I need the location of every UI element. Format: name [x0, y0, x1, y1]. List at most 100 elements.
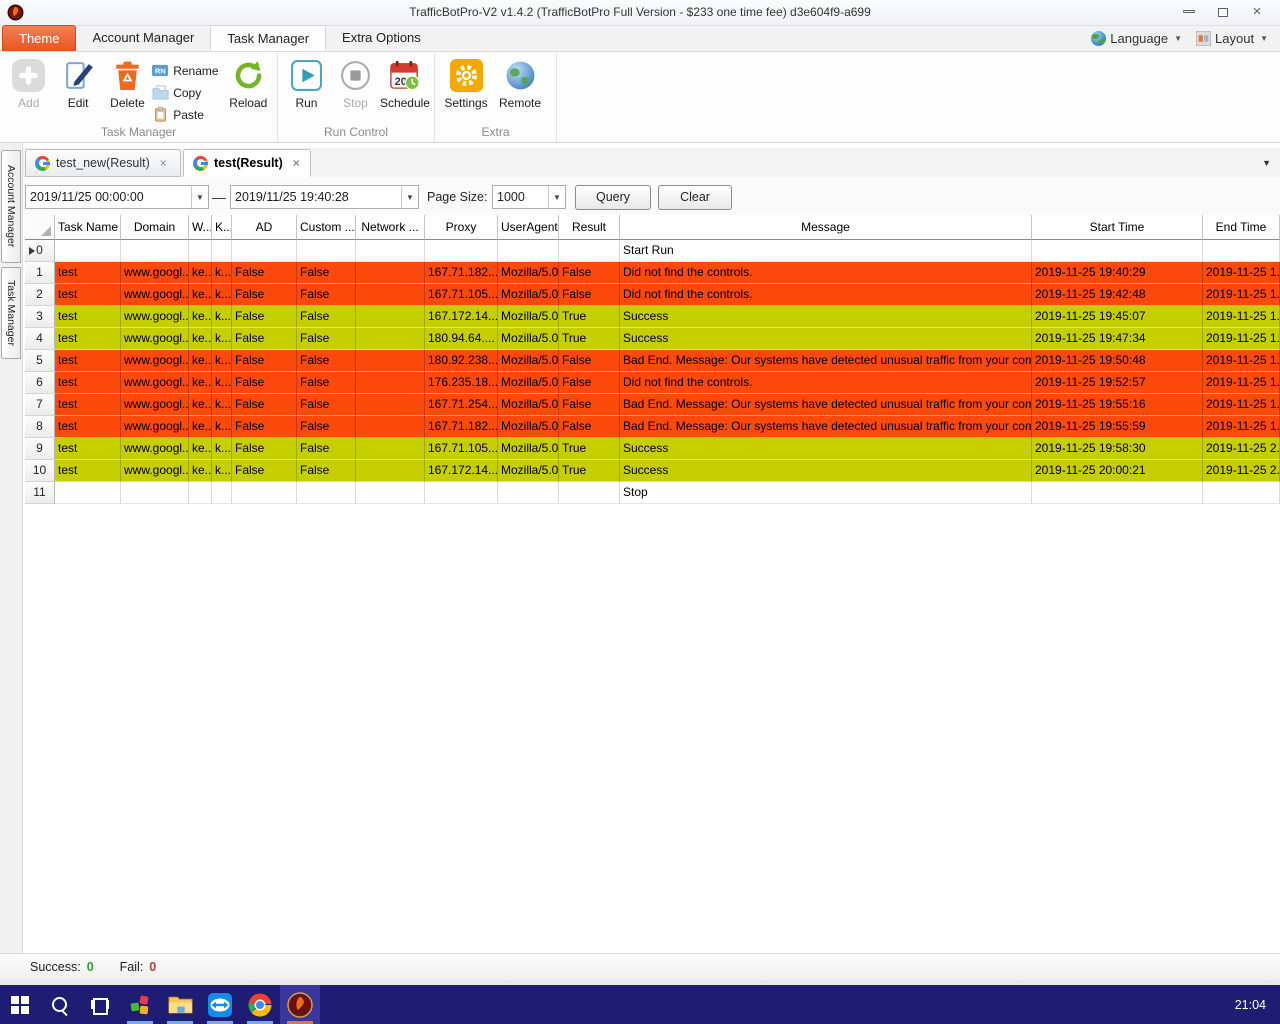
cell[interactable]: Mozilla/5.0... — [498, 372, 559, 394]
cell[interactable]: k... — [212, 306, 232, 328]
cell[interactable] — [1203, 482, 1280, 504]
layout-menu[interactable]: Layout ▼ — [1196, 30, 1268, 46]
cell[interactable] — [498, 482, 559, 504]
close-icon[interactable]: × — [293, 156, 300, 170]
cell[interactable] — [356, 416, 425, 438]
cell[interactable]: test — [55, 416, 121, 438]
cell[interactable]: 167.71.182... — [425, 416, 498, 438]
column-header[interactable]: Task Name — [55, 215, 121, 240]
cell[interactable] — [212, 240, 232, 262]
cell[interactable]: False — [297, 284, 356, 306]
date-from-input[interactable]: 2019/11/25 00:00:00 ▼ — [25, 185, 209, 209]
cell[interactable]: test — [55, 284, 121, 306]
cell[interactable]: test — [55, 328, 121, 350]
cell[interactable]: Did not find the controls. — [620, 262, 1032, 284]
cell[interactable]: True — [559, 306, 620, 328]
remote-button[interactable]: Remote — [493, 57, 547, 110]
cell[interactable]: 2019-11-25 19:40:29 — [1032, 262, 1203, 284]
cell[interactable] — [425, 240, 498, 262]
language-menu[interactable]: Language ▼ — [1091, 30, 1182, 46]
cell[interactable]: True — [559, 460, 620, 482]
stop-button[interactable]: Stop — [331, 57, 380, 110]
column-header[interactable]: Result — [559, 215, 620, 240]
row-header[interactable]: 2 — [25, 284, 55, 306]
cell[interactable] — [55, 482, 121, 504]
cell[interactable]: k... — [212, 460, 232, 482]
cell[interactable]: k... — [212, 350, 232, 372]
cell[interactable]: www.googl... — [121, 438, 189, 460]
settings-button[interactable]: Settings — [439, 57, 493, 110]
cell[interactable]: 2019-11-25 1... — [1203, 262, 1280, 284]
cell[interactable]: False — [297, 460, 356, 482]
cell[interactable] — [55, 240, 121, 262]
cell[interactable] — [356, 372, 425, 394]
taskbar-app-chrome[interactable] — [240, 985, 280, 1024]
cell[interactable]: Bad End. Message: Our systems have detec… — [620, 350, 1032, 372]
cell[interactable]: www.googl... — [121, 350, 189, 372]
cell[interactable]: False — [232, 394, 297, 416]
cell[interactable]: 2019-11-25 19:58:30 — [1032, 438, 1203, 460]
cell[interactable]: 2019-11-25 19:55:16 — [1032, 394, 1203, 416]
schedule-button[interactable]: 20 Schedule — [380, 57, 430, 110]
cell[interactable]: ke... — [189, 350, 212, 372]
cell[interactable]: Mozilla/5.0... — [498, 284, 559, 306]
tab-list-dropdown-icon[interactable]: ▼ — [1262, 158, 1271, 168]
cell[interactable]: True — [559, 438, 620, 460]
cell[interactable] — [232, 482, 297, 504]
cell[interactable] — [356, 438, 425, 460]
cell[interactable] — [356, 284, 425, 306]
cell[interactable]: www.googl... — [121, 460, 189, 482]
cell[interactable]: 2019-11-25 1... — [1203, 306, 1280, 328]
reload-button[interactable]: Reload — [224, 57, 273, 110]
date-to-input[interactable]: 2019/11/25 19:40:28 ▼ — [230, 185, 419, 209]
cell[interactable]: False — [232, 328, 297, 350]
cell[interactable]: Success — [620, 306, 1032, 328]
taskbar-app-wegame[interactable] — [120, 985, 160, 1024]
cell[interactable] — [121, 240, 189, 262]
cell[interactable]: False — [559, 262, 620, 284]
cell[interactable]: 167.71.105... — [425, 438, 498, 460]
cell[interactable] — [559, 240, 620, 262]
cell[interactable]: ke... — [189, 306, 212, 328]
cell[interactable]: Mozilla/5.0... — [498, 306, 559, 328]
start-button[interactable] — [0, 985, 40, 1024]
cell[interactable]: False — [232, 306, 297, 328]
cell[interactable]: ke... — [189, 284, 212, 306]
cell[interactable] — [1032, 482, 1203, 504]
row-header[interactable]: 9 — [25, 438, 55, 460]
cell[interactable]: test — [55, 350, 121, 372]
restore-button[interactable] — [1206, 0, 1240, 22]
column-header[interactable]: Proxy — [425, 215, 498, 240]
cell[interactable]: 2019-11-25 19:52:57 — [1032, 372, 1203, 394]
cell[interactable]: 167.172.14... — [425, 306, 498, 328]
close-icon[interactable]: × — [160, 156, 167, 170]
cell[interactable] — [356, 482, 425, 504]
taskbar-app-teamviewer[interactable] — [200, 985, 240, 1024]
cell[interactable]: False — [232, 372, 297, 394]
cell[interactable] — [356, 240, 425, 262]
cell[interactable] — [189, 240, 212, 262]
cell[interactable]: False — [297, 416, 356, 438]
cell[interactable] — [1032, 240, 1203, 262]
cell[interactable]: 2019-11-25 1... — [1203, 394, 1280, 416]
cell[interactable]: www.googl... — [121, 394, 189, 416]
cell[interactable]: False — [297, 262, 356, 284]
task-view-button[interactable] — [80, 985, 120, 1024]
cell[interactable]: 2019-11-25 1... — [1203, 328, 1280, 350]
cell[interactable]: False — [232, 416, 297, 438]
cell[interactable]: 180.94.64.... — [425, 328, 498, 350]
taskbar-app-trafficbotpro[interactable] — [280, 985, 320, 1024]
cell[interactable]: 167.172.14... — [425, 460, 498, 482]
cell[interactable]: False — [559, 350, 620, 372]
cell[interactable]: ke... — [189, 394, 212, 416]
cell[interactable]: False — [232, 438, 297, 460]
row-header[interactable]: 0 — [25, 240, 55, 262]
cell[interactable]: www.googl... — [121, 416, 189, 438]
cell[interactable]: Mozilla/5.0... — [498, 328, 559, 350]
cell[interactable] — [1203, 240, 1280, 262]
tab-task-manager[interactable]: Task Manager — [210, 25, 327, 51]
cell[interactable]: False — [297, 372, 356, 394]
column-header[interactable]: AD — [232, 215, 297, 240]
cell[interactable]: False — [559, 394, 620, 416]
row-header[interactable]: 6 — [25, 372, 55, 394]
